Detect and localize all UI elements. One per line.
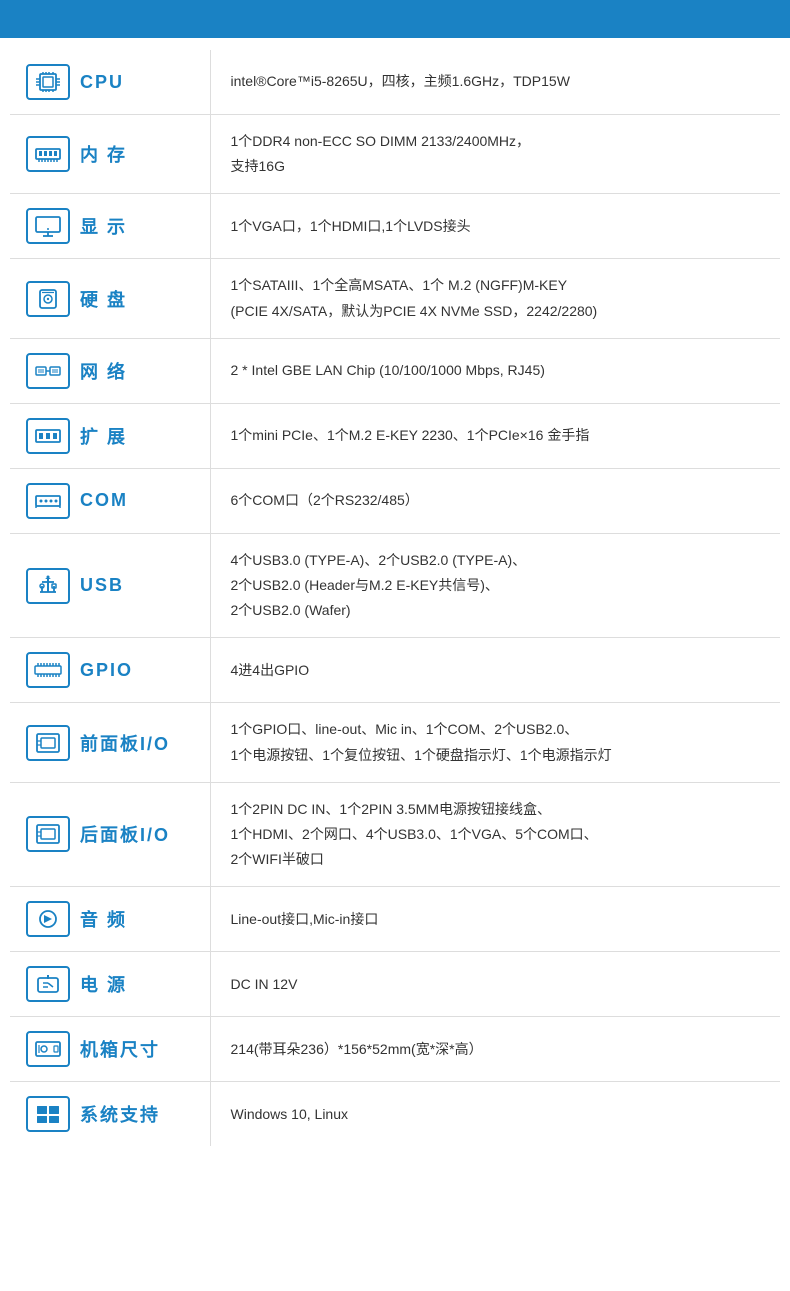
spec-row-gpio: GPIO 4进4出GPIO <box>10 638 780 703</box>
value-cell-com: 6个COM口（2个RS232/485） <box>210 468 780 533</box>
label-text-memory: 内 存 <box>80 141 127 167</box>
label-cell-com: COM <box>10 468 210 533</box>
page-header <box>0 0 790 38</box>
network-icon <box>26 353 70 389</box>
value-cell-usb: 4个USB3.0 (TYPE-A)、2个USB2.0 (TYPE-A)、2个US… <box>210 533 780 638</box>
usb-icon <box>26 568 70 604</box>
value-cell-gpio: 4进4出GPIO <box>210 638 780 703</box>
value-cell-power: DC IN 12V <box>210 952 780 1017</box>
spec-table: CPU intel®Core™i5-8265U，四核，主频1.6GHz，TDP15… <box>10 50 780 1146</box>
label-text-display: 显 示 <box>80 213 127 239</box>
label-cell-cpu: CPU <box>10 50 210 115</box>
audio-icon <box>26 901 70 937</box>
label-cell-os: 系统支持 <box>10 1082 210 1147</box>
label-cell-expand: 扩 展 <box>10 403 210 468</box>
label-text-audio: 音 频 <box>80 906 127 932</box>
value-cell-os: Windows 10, Linux <box>210 1082 780 1147</box>
value-cell-rear-io: 1个2PIN DC IN、1个2PIN 3.5MM电源按钮接线盒、1个HDMI、… <box>210 782 780 887</box>
value-cell-storage: 1个SATAIII、1个全高MSATA、1个 M.2 (NGFF)M-KEY(P… <box>210 259 780 338</box>
spec-row-audio: 音 频 Line-out接口,Mic-in接口 <box>10 887 780 952</box>
spec-row-com: COM 6个COM口（2个RS232/485） <box>10 468 780 533</box>
spec-row-chassis: 机箱尺寸 214(带耳朵236）*156*52mm(宽*深*高） <box>10 1017 780 1082</box>
label-cell-rear-io: 后面板I/O <box>10 782 210 887</box>
spec-container: CPU intel®Core™i5-8265U，四核，主频1.6GHz，TDP15… <box>0 50 790 1168</box>
value-cell-audio: Line-out接口,Mic-in接口 <box>210 887 780 952</box>
expand-icon <box>26 418 70 454</box>
panel-icon <box>26 725 70 761</box>
label-cell-gpio: GPIO <box>10 638 210 703</box>
label-cell-storage: 硬 盘 <box>10 259 210 338</box>
display-icon <box>26 208 70 244</box>
value-cell-network: 2 * Intel GBE LAN Chip (10/100/1000 Mbps… <box>210 338 780 403</box>
label-text-network: 网 络 <box>80 358 127 384</box>
label-text-usb: USB <box>80 575 124 596</box>
windows-icon <box>26 1096 70 1132</box>
label-text-front-io: 前面板I/O <box>80 730 170 756</box>
value-cell-display: 1个VGA口，1个HDMI口,1个LVDS接头 <box>210 194 780 259</box>
value-cell-memory: 1个DDR4 non-ECC SO DIMM 2133/2400MHz，支持16… <box>210 115 780 194</box>
label-text-gpio: GPIO <box>80 660 133 681</box>
label-cell-usb: USB <box>10 533 210 638</box>
value-cell-chassis: 214(带耳朵236）*156*52mm(宽*深*高） <box>210 1017 780 1082</box>
com-icon <box>26 483 70 519</box>
spec-row-expand: 扩 展 1个mini PCIe、1个M.2 E-KEY 2230、1个PCIe×1… <box>10 403 780 468</box>
spec-row-usb: USB 4个USB3.0 (TYPE-A)、2个USB2.0 (TYPE-A)、2… <box>10 533 780 638</box>
spec-row-memory: 内 存 1个DDR4 non-ECC SO DIMM 2133/2400MHz，支… <box>10 115 780 194</box>
spec-row-os: 系统支持 Windows 10, Linux <box>10 1082 780 1147</box>
value-cell-cpu: intel®Core™i5-8265U，四核，主频1.6GHz，TDP15W <box>210 50 780 115</box>
label-text-cpu: CPU <box>80 72 124 93</box>
panel-icon <box>26 816 70 852</box>
spec-row-display: 显 示 1个VGA口，1个HDMI口,1个LVDS接头 <box>10 194 780 259</box>
spec-row-power: 电 源 DC IN 12V <box>10 952 780 1017</box>
label-cell-front-io: 前面板I/O <box>10 703 210 782</box>
label-text-storage: 硬 盘 <box>80 286 127 312</box>
spec-row-storage: 硬 盘 1个SATAIII、1个全高MSATA、1个 M.2 (NGFF)M-KE… <box>10 259 780 338</box>
value-cell-front-io: 1个GPIO口、line-out、Mic in、1个COM、2个USB2.0、1… <box>210 703 780 782</box>
memory-icon <box>26 136 70 172</box>
spec-row-cpu: CPU intel®Core™i5-8265U，四核，主频1.6GHz，TDP15… <box>10 50 780 115</box>
label-cell-audio: 音 频 <box>10 887 210 952</box>
label-text-power: 电 源 <box>80 971 127 997</box>
label-cell-memory: 内 存 <box>10 115 210 194</box>
label-text-rear-io: 后面板I/O <box>80 821 170 847</box>
label-cell-display: 显 示 <box>10 194 210 259</box>
gpio-icon <box>26 652 70 688</box>
label-text-expand: 扩 展 <box>80 423 127 449</box>
storage-icon <box>26 281 70 317</box>
label-text-chassis: 机箱尺寸 <box>80 1036 160 1062</box>
power-icon <box>26 966 70 1002</box>
spec-row-network: 网 络 2 * Intel GBE LAN Chip (10/100/1000 M… <box>10 338 780 403</box>
label-text-os: 系统支持 <box>80 1101 160 1127</box>
cpu-icon <box>26 64 70 100</box>
label-cell-chassis: 机箱尺寸 <box>10 1017 210 1082</box>
spec-row-front-io: 前面板I/O 1个GPIO口、line-out、Mic in、1个COM、2个US… <box>10 703 780 782</box>
label-cell-network: 网 络 <box>10 338 210 403</box>
label-cell-power: 电 源 <box>10 952 210 1017</box>
chassis-icon <box>26 1031 70 1067</box>
spec-row-rear-io: 后面板I/O 1个2PIN DC IN、1个2PIN 3.5MM电源按钮接线盒、1… <box>10 782 780 887</box>
label-text-com: COM <box>80 490 128 511</box>
value-cell-expand: 1个mini PCIe、1个M.2 E-KEY 2230、1个PCIe×16 金… <box>210 403 780 468</box>
